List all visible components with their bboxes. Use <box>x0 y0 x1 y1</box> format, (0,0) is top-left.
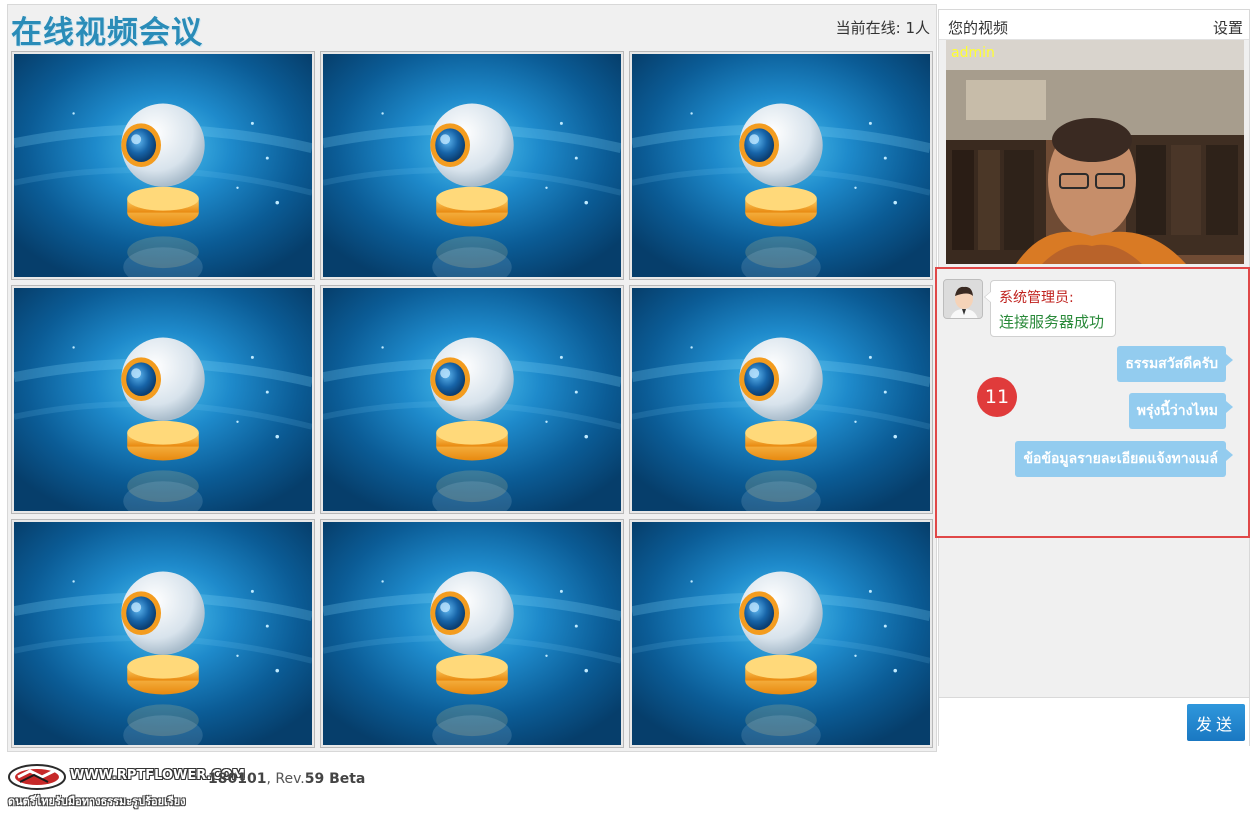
video-grid <box>11 51 933 748</box>
self-video: admin <box>946 40 1244 264</box>
webcam-icon <box>632 522 930 745</box>
video-tile[interactable] <box>629 519 933 748</box>
video-tile[interactable] <box>629 51 933 280</box>
video-tile[interactable] <box>11 51 315 280</box>
webcam-icon <box>323 54 621 277</box>
webcam-icon <box>323 288 621 511</box>
webcam-icon <box>323 522 621 745</box>
chat-message: ข้อข้อมูลรายละเอียดแจ้งทางเมล์ <box>1015 441 1233 477</box>
avatar <box>943 279 983 319</box>
footer-version: 180101, Rev.59 Beta <box>208 771 365 787</box>
chat-message: ธรรมสวัสดีครับ <box>1117 346 1233 382</box>
webcam-icon <box>632 54 930 277</box>
webcam-icon <box>14 288 312 511</box>
footer-rev-value: 59 Beta <box>304 771 366 787</box>
chat-area: 系统管理员: 连接服务器成功 ธรรมสวัสดีครับ พรุ่งนี้ว่… <box>935 267 1250 538</box>
side-panel: 您的视频 设置 admin 系统管理员: 连接服务器成功 ธรรมสวัสดีค… <box>935 9 1250 746</box>
settings-link[interactable]: 设置 <box>1213 17 1243 38</box>
side-header: 您的视频 设置 <box>939 10 1249 40</box>
chat-input[interactable] <box>943 704 1183 740</box>
webcam-icon <box>632 288 930 511</box>
video-tile[interactable] <box>320 285 624 514</box>
site-logo-icon <box>8 764 66 790</box>
online-count: 当前在线: 1人 <box>836 17 930 38</box>
chat-input-bar: 发送 <box>939 697 1249 746</box>
video-tile[interactable] <box>320 51 624 280</box>
video-tile[interactable] <box>629 285 933 514</box>
webcam-icon <box>14 522 312 745</box>
footer-version-number: 180101 <box>208 771 267 787</box>
webcam-icon <box>14 54 312 277</box>
chat-message: พรุ่งนี้ว่างไหม <box>1128 393 1234 429</box>
video-tile[interactable] <box>11 285 315 514</box>
user-name-label: admin <box>951 45 995 61</box>
system-text: 连接服务器成功 <box>999 313 1105 331</box>
video-tile[interactable] <box>11 519 315 748</box>
app-title: 在线视频会议 <box>11 15 203 51</box>
video-tile[interactable] <box>320 519 624 748</box>
footer: WWW.RPTFLOWER.COM 180101, Rev.59 Beta ดน… <box>8 764 608 812</box>
online-count-label: 当前在线: 1人 <box>835 19 930 37</box>
system-sender: 系统管理员: <box>999 290 1074 306</box>
footer-rev-label: , Rev. <box>266 771 305 787</box>
main-panel: 在线视频会议 当前在线: 1人 <box>7 4 937 752</box>
camera-feed-image <box>946 40 1244 264</box>
system-message: 系统管理员: 连接服务器成功 <box>984 280 1116 337</box>
my-video-label: 您的视频 <box>948 19 1009 37</box>
step-badge: 11 <box>977 377 1017 417</box>
user-avatar-icon <box>944 280 982 318</box>
send-button[interactable]: 发送 <box>1187 704 1245 741</box>
footer-subtitle: ดนตรีไทยรับมือทางธรรมะรูปร้อยเรียง <box>8 795 186 808</box>
